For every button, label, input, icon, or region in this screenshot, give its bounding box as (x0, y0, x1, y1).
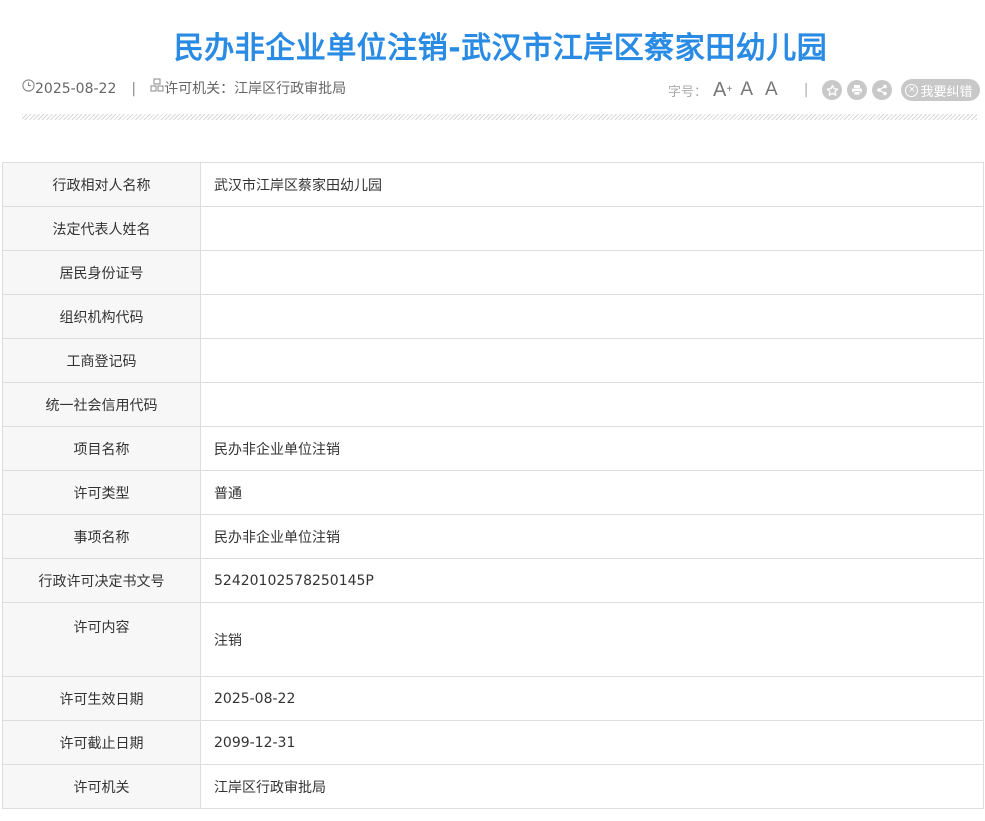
font-size-small-button[interactable]: A (765, 78, 778, 102)
table-row: 许可内容 注销 (2, 602, 984, 677)
field-value (200, 382, 984, 427)
table-row: 许可类型 普通 (2, 470, 984, 515)
table-row: 项目名称 民办非企业单位注销 (2, 426, 984, 471)
table-row: 法定代表人姓名 (2, 206, 984, 251)
table-row: 工商登记码 (2, 338, 984, 383)
field-label: 许可类型 (2, 470, 201, 515)
field-label: 许可机关 (2, 764, 201, 809)
field-label: 事项名称 (2, 514, 201, 559)
table-row: 许可生效日期 2025-08-22 (2, 676, 984, 721)
field-value: 2099-12-31 (200, 720, 984, 765)
field-label: 组织机构代码 (2, 294, 201, 339)
header-divider (22, 114, 977, 120)
authority-icon (150, 78, 164, 100)
field-value: 民办非企业单位注销 (200, 426, 984, 471)
table-row: 事项名称 民办非企业单位注销 (2, 514, 984, 559)
font-size-medium-button[interactable]: A (740, 78, 753, 102)
field-label: 统一社会信用代码 (2, 382, 201, 427)
article-toolbar: 字号： A + A A | × 我要纠错 (668, 77, 981, 103)
license-info-table: 行政相对人名称 武汉市江岸区蔡家田幼儿园 法定代表人姓名 居民身份证号 组织机构… (2, 162, 984, 809)
close-circle-icon: × (905, 83, 919, 97)
authority-text: 许可机关：江岸区行政审批局 (164, 81, 347, 97)
field-value: 江岸区行政审批局 (200, 764, 984, 809)
field-label: 项目名称 (2, 426, 201, 471)
field-label: 许可生效日期 (2, 676, 201, 721)
table-row: 居民身份证号 (2, 250, 984, 295)
table-row: 行政相对人名称 武汉市江岸区蔡家田幼儿园 (2, 162, 984, 207)
field-label: 工商登记码 (2, 338, 201, 383)
font-size-large-button[interactable]: A + (713, 78, 732, 102)
field-value (200, 338, 984, 383)
field-value (200, 206, 984, 251)
toolbar-separator: | (803, 82, 809, 98)
clock-icon (22, 78, 35, 100)
font-large-glyph: A (713, 79, 727, 101)
field-label: 行政相对人名称 (2, 162, 201, 207)
field-label: 许可截止日期 (2, 720, 201, 765)
field-value (200, 250, 984, 295)
share-icon[interactable] (872, 80, 893, 100)
field-label: 法定代表人姓名 (2, 206, 201, 251)
table-row: 组织机构代码 (2, 294, 984, 339)
field-label: 居民身份证号 (2, 250, 201, 295)
report-error-label: 我要纠错 (920, 84, 973, 100)
field-value: 民办非企业单位注销 (200, 514, 984, 559)
report-error-button[interactable]: × 我要纠错 (901, 79, 981, 101)
field-value: 武汉市江岸区蔡家田幼儿园 (200, 162, 984, 207)
star-icon[interactable] (822, 80, 843, 100)
print-icon[interactable] (847, 80, 868, 100)
field-value: 2025-08-22 (200, 676, 984, 721)
field-value: 注销 (200, 602, 984, 677)
table-row: 行政许可决定书文号 52420102578250145P (2, 558, 984, 603)
field-value: 普通 (200, 470, 984, 515)
publish-date: 2025-08-22 (35, 81, 117, 97)
font-size-label: 字号： (668, 84, 708, 100)
page-title: 民办非企业单位注销-武汉市江岸区蔡家田幼儿园 (173, 31, 828, 67)
field-label: 行政许可决定书文号 (2, 558, 201, 603)
table-row: 许可机关 江岸区行政审批局 (2, 764, 984, 809)
meta-separator: | (131, 81, 137, 97)
font-large-plus: + (726, 84, 733, 95)
field-value: 52420102578250145P (200, 558, 984, 603)
field-label: 许可内容 (2, 602, 201, 677)
article-meta: 2025-08-22 | 许可机关：江岸区行政审批局 (22, 78, 346, 100)
table-row: 统一社会信用代码 (2, 382, 984, 427)
table-row: 许可截止日期 2099-12-31 (2, 720, 984, 765)
field-value (200, 294, 984, 339)
